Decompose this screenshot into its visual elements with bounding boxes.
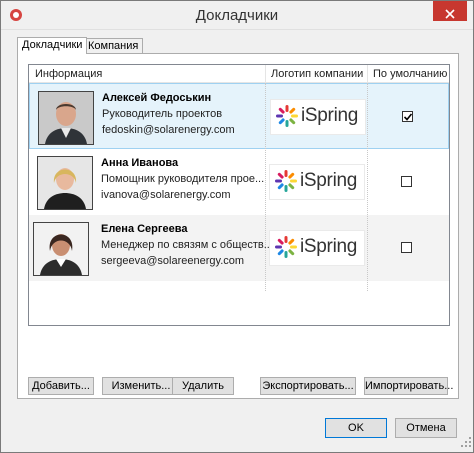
default-checkbox[interactable] <box>402 111 413 122</box>
company-logo: iSpring <box>269 164 365 200</box>
list-item[interactable]: Алексей Федоськин Руководитель проектов … <box>29 83 449 149</box>
tab-speakers[interactable]: Докладчики <box>17 37 88 54</box>
company-logo: iSpring <box>270 99 366 135</box>
company-logo-text: iSpring <box>300 170 358 191</box>
default-checkbox[interactable] <box>401 242 412 253</box>
speaker-name: Анна Иванова <box>101 157 179 169</box>
speaker-name: Алексей Федоськин <box>102 92 212 104</box>
speaker-email: sergeeva@solareenergy.com <box>101 255 245 267</box>
cancel-button[interactable]: Отмена <box>395 418 457 438</box>
add-button[interactable]: Добавить... <box>28 377 94 395</box>
company-logo: iSpring <box>269 230 365 266</box>
list-item[interactable]: Анна Иванова Помощник руководителя прое.… <box>29 149 449 215</box>
speaker-photo <box>33 222 89 276</box>
window-title: Докладчики <box>195 7 279 24</box>
import-button[interactable]: Импортировать... <box>364 377 453 395</box>
column-gridline <box>265 83 266 291</box>
export-button[interactable]: Экспортировать... <box>260 377 356 395</box>
column-header-logo[interactable]: Логотип компании <box>271 68 363 80</box>
default-checkbox[interactable] <box>401 176 412 187</box>
list-item[interactable]: Елена Сергеева Менеджер по связям с обще… <box>29 215 449 281</box>
tab-company[interactable]: Компания <box>83 38 144 54</box>
column-divider[interactable] <box>265 65 266 82</box>
speaker-photo <box>38 91 94 145</box>
company-logo-text: iSpring <box>301 105 359 126</box>
close-button[interactable] <box>433 1 467 21</box>
speaker-name: Елена Сергеева <box>101 223 188 235</box>
speaker-job-title: Помощник руководителя прое... <box>101 173 265 185</box>
speaker-job-title: Менеджер по связям с обществ... <box>101 239 273 251</box>
ispring-logo-icon <box>274 169 298 196</box>
ispring-logo-icon <box>275 104 299 131</box>
delete-button[interactable]: Удалить <box>172 377 234 395</box>
column-header-default[interactable]: По умолчанию <box>373 68 447 80</box>
close-icon <box>433 8 467 19</box>
column-gridline <box>367 83 368 291</box>
speaker-email: ivanova@solarenergy.com <box>101 189 231 201</box>
speaker-photo <box>37 156 93 210</box>
speakers-list[interactable]: Информация Логотип компании По умолчанию <box>28 64 450 326</box>
column-divider[interactable] <box>367 65 368 82</box>
speakers-tab-panel: Информация Логотип компании По умолчанию <box>17 53 459 399</box>
ok-button[interactable]: OK <box>325 418 387 438</box>
speakers-dialog: Докладчики Докладчики Компания Информаци… <box>0 0 474 453</box>
resize-grip-icon[interactable] <box>461 437 471 450</box>
company-logo-text: iSpring <box>300 236 358 257</box>
title-bar: Докладчики <box>1 1 473 30</box>
speaker-job-title: Руководитель проектов <box>102 108 223 120</box>
list-header: Информация Логотип компании По умолчанию <box>29 65 449 83</box>
column-header-info[interactable]: Информация <box>35 68 102 80</box>
speaker-email: fedoskin@solarenergy.com <box>102 124 235 136</box>
edit-button[interactable]: Изменить... <box>102 377 180 395</box>
ispring-logo-icon <box>274 235 298 262</box>
